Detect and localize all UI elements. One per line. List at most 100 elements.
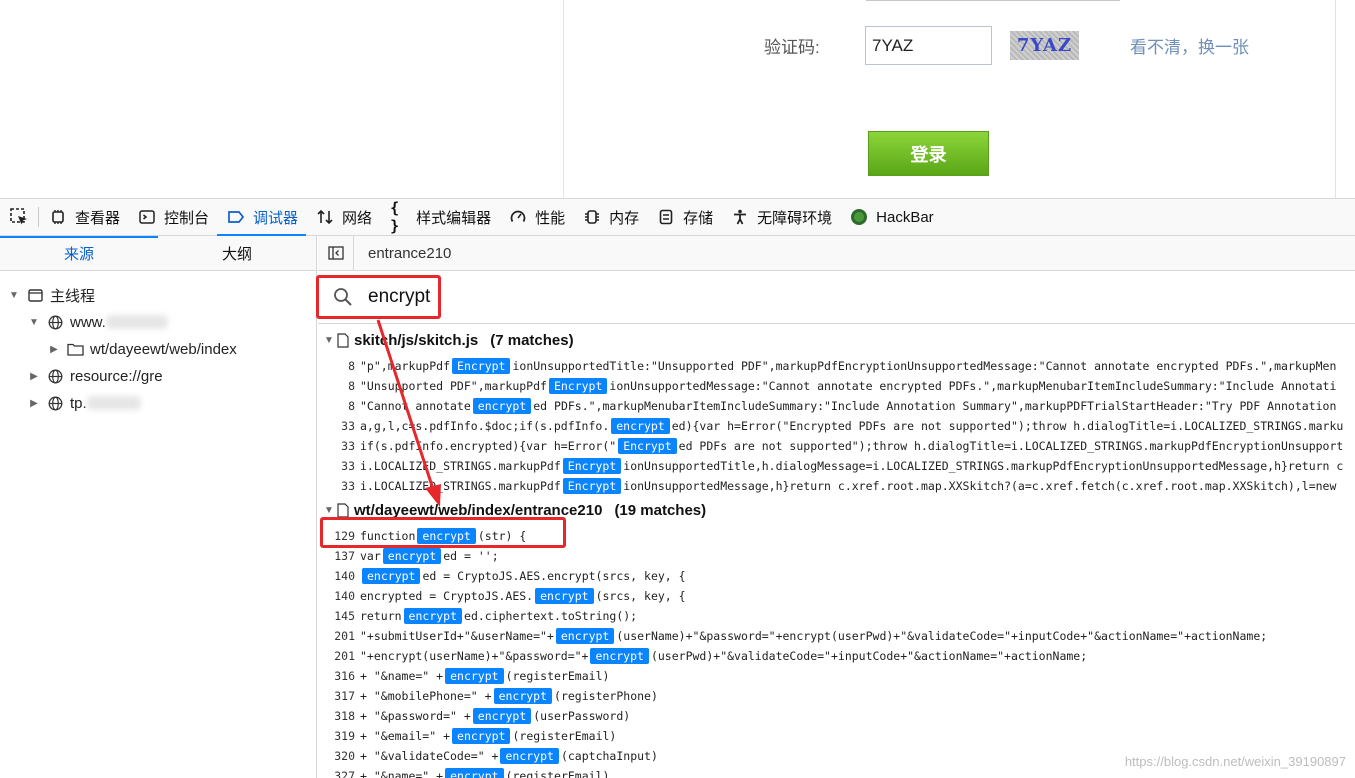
tree-label: resource://gre [70,367,163,385]
tab-network[interactable]: 网络 [306,199,380,235]
match-count: (7 matches) [490,332,574,349]
tab-label: 网络 [342,209,373,227]
accessibility-icon [731,208,749,226]
captcha-input[interactable] [865,26,992,65]
tree-item-host[interactable]: ▼ www. [26,311,168,333]
search-result-line[interactable]: 8 "Unsupported PDF",markupPdf Encrypt ionUn… [318,376,1336,396]
line-text-before: var [360,549,381,563]
line-number: 201 [334,649,355,663]
tree-item-folder[interactable]: ▶ wt/dayeewt/web/index [46,338,237,360]
search-result-line[interactable]: 318 + "&password=" + encrypt (userPassword) [318,706,630,726]
search-result-line[interactable]: 327 + "&name=" + encrypt (registerEmail) [318,766,609,778]
line-text-after: (userPassword) [533,709,631,723]
tab-sources[interactable]: 来源 [0,236,158,270]
search-result-line[interactable]: 8 "p",markupPdf Encrypt ionUnsupportedTitle… [318,356,1336,376]
tab-outline[interactable]: 大纲 [158,236,316,270]
search-result-line[interactable]: 8 "Cannot annotate encrypt ed PDFs.",markup… [318,396,1336,416]
inspector-icon [49,208,67,226]
line-number: 316 [334,669,355,683]
tree-item-host2[interactable]: ▶ tp. [26,392,141,414]
search-result-line[interactable]: 145 return encrypt ed.ciphertext.toString()… [318,606,637,626]
editor-pane: entrance210 ▼ skitch/js/skitch.js (7 mat… [318,236,1355,778]
search-result-line[interactable]: 201 "+encrypt(userName)+"&password="+ encr… [318,646,1087,666]
expanded-icon: ▼ [29,316,39,328]
gauge-icon [509,208,527,226]
picker-icon [10,208,27,225]
line-number: 201 [334,629,355,643]
match-highlight: encrypt [535,588,594,604]
tree-label: wt/dayeewt/web/index [90,340,237,358]
tab-hackbar[interactable]: HackBar [840,199,942,235]
line-text-before: return [360,609,402,623]
expanded-icon: ▼ [324,505,334,516]
tab-inspector[interactable]: 查看器 [39,199,128,235]
login-button[interactable]: 登录 [868,131,989,176]
devtools-panel: 查看器 控制台 调试器 网络 { } 样式编辑器 性能 内存 存储 无障碍环境 … [0,198,1355,778]
line-text-after: (userName)+"&password="+encrypt(userPwd)… [616,629,1268,643]
captcha-refresh-link[interactable]: 看不清，换一张 [1130,33,1249,58]
line-text-after: (captchaInput) [560,749,658,763]
tab-style-editor[interactable]: { } 样式编辑器 [380,199,499,235]
web-page: 验证码: 7YAZ 看不清，换一张 登录 [0,0,1355,198]
search-result-line[interactable]: 33 if(s.pdfInfo.encrypted){var h=Error(" E… [318,436,1343,456]
line-text-after: ionUnsupportedMessage,h}return c.xref.ro… [623,479,1337,493]
collapsed-icon: ▶ [50,343,58,355]
braces-icon: { } [390,199,400,235]
search-result-line[interactable]: 317 + "&mobilePhone=" + encrypt (registerPh… [318,686,658,706]
line-number: 33 [341,459,355,473]
search-result-line[interactable]: 319 + "&email=" + encrypt (registerEmail) [318,726,616,746]
match-highlight: encrypt [500,748,559,764]
redacted-text [86,396,141,410]
tree-item-main-thread[interactable]: ▼ 主线程 [6,284,95,306]
line-text-before: i.LOCALIZED_STRINGS.markupPdf [360,479,561,493]
line-text-after: ed PDFs are not supported");throw h.dial… [678,439,1344,453]
toggle-sidebar-button[interactable] [318,236,354,270]
tab-label: 存储 [683,209,714,227]
result-file-header[interactable]: ▼ skitch/js/skitch.js (7 matches) [324,332,574,349]
tab-memory[interactable]: 内存 [573,199,647,235]
window-icon [26,287,44,303]
line-number: 318 [334,709,355,723]
captcha-image[interactable]: 7YAZ [1010,31,1079,60]
editor-tab-entrance210[interactable]: entrance210 [368,245,451,262]
collapsed-icon: ▶ [30,370,38,382]
tab-debugger[interactable]: 调试器 [217,199,307,236]
element-picker-button[interactable] [0,199,38,235]
search-result-line[interactable]: 316 + "&name=" + encrypt (registerEmail) [318,666,609,686]
search-result-line[interactable]: 33 a,g,l,c=s.pdfInfo.$doc;if(s.pdfInfo. en… [318,416,1343,436]
tab-label: 内存 [609,209,640,227]
tab-storage[interactable]: 存储 [647,199,721,235]
match-highlight: encrypt [452,728,511,744]
match-highlight: encrypt [472,708,532,724]
redacted-text [105,315,168,329]
search-result-line[interactable]: 33 i.LOCALIZED_STRINGS.markupPdf Encrypt io… [318,456,1343,476]
match-highlight: encrypt [472,398,532,414]
search-result-line[interactable]: 137 var encrypt ed = ''; [318,546,499,566]
search-result-line[interactable]: 201 "+submitUserId+"&userName="+ encrypt (u… [318,626,1267,646]
line-number: 8 [348,379,355,393]
line-text-after: ed){var h=Error("Encrypted PDFs are not … [671,419,1344,433]
console-icon [138,208,156,226]
tab-console[interactable]: 控制台 [128,199,217,235]
line-text-before: encrypted = CryptoJS.AES. [360,589,534,603]
annotation-box-search [316,275,441,319]
tab-label: 无障碍环境 [757,209,833,227]
search-result-line[interactable]: 320 + "&validateCode=" + encrypt (captchaIn… [318,746,658,766]
match-highlight: Encrypt [618,438,677,454]
captcha-label: 验证码: [764,38,820,57]
search-result-line[interactable]: 140 encrypted = CryptoJS.AES.encrypt(srcs… [318,586,686,606]
line-text-before: + "&name=" + [360,669,444,683]
search-result-line[interactable]: 140 encrypted = CryptoJS.AES.encrypt(srcs… [318,566,686,586]
search-result-line[interactable]: 33 i.LOCALIZED_STRINGS.markupPdf Encrypt io… [318,476,1336,496]
line-number: 145 [334,609,355,623]
match-count: (19 matches) [614,502,707,519]
line-text-after: ionUnsupportedMessage:"Cannot annotate e… [609,379,1337,393]
line-text-after: ionUnsupportedTitle,h.dialogMessage=i.LO… [623,459,1344,473]
tab-performance[interactable]: 性能 [499,199,573,235]
tree-item-resource[interactable]: ▶ resource://gre [26,365,163,387]
tab-accessibility[interactable]: 无障碍环境 [721,199,840,235]
match-highlight: Encrypt [548,378,608,394]
line-text-after: ed PDFs.",markupMenubarItemIncludeSummar… [533,399,1337,413]
line-text-after: (registerPhone) [554,689,658,703]
globe-icon [46,395,64,411]
